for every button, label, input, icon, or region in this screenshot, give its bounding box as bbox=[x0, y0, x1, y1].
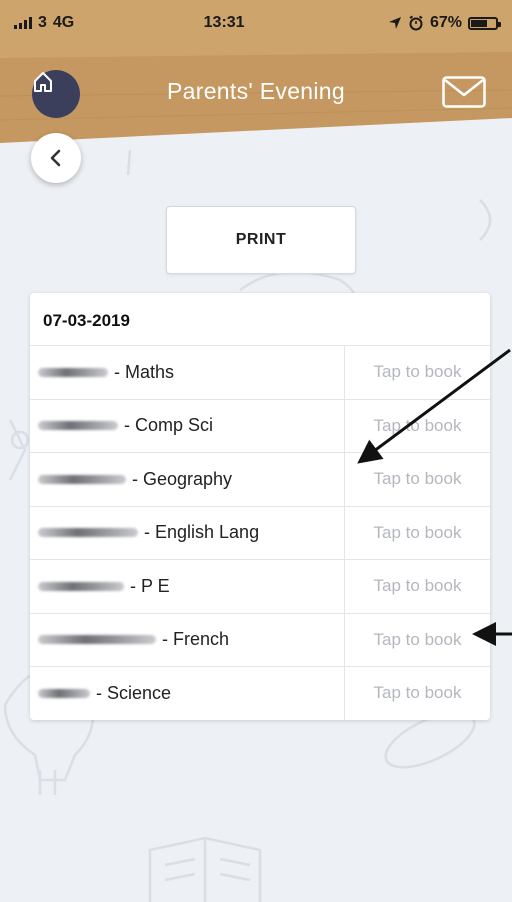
redacted-teacher-name bbox=[38, 528, 138, 538]
tap-to-book-button[interactable]: Tap to book bbox=[345, 560, 490, 613]
redacted-teacher-name bbox=[38, 635, 156, 645]
page-title: Parents' Evening bbox=[167, 78, 345, 104]
battery-percent: 67% bbox=[429, 14, 462, 31]
subject-cell: - Science bbox=[30, 667, 345, 720]
subject-cell: - English Lang bbox=[30, 506, 345, 559]
signal-icon bbox=[14, 17, 32, 29]
status-bar: 3 4G 13:31 67% bbox=[0, 0, 512, 46]
appointment-date: 07-03-2019 bbox=[43, 311, 130, 330]
subject-label: - P E bbox=[130, 575, 170, 596]
appointment-row: - Geography Tap to book bbox=[30, 452, 490, 506]
tap-to-book-button[interactable]: Tap to book bbox=[345, 667, 490, 720]
subject-label: - English Lang bbox=[144, 522, 260, 543]
redacted-teacher-name bbox=[38, 421, 118, 431]
subject-cell: - Geography bbox=[30, 453, 345, 506]
battery-icon bbox=[467, 16, 501, 30]
print-button[interactable]: PRINT bbox=[166, 206, 356, 274]
appointment-row: - Comp Sci Tap to book bbox=[30, 398, 490, 453]
tap-to-book-button[interactable]: Tap to book bbox=[345, 453, 490, 506]
carrier-label: 3 bbox=[38, 14, 47, 31]
appointment-row: - Science Tap to book bbox=[30, 666, 490, 720]
messages-button[interactable] bbox=[442, 76, 486, 108]
appointment-row: - French Tap to book bbox=[30, 612, 490, 667]
subject-label: - Maths bbox=[114, 361, 175, 382]
subject-cell: - Maths bbox=[30, 346, 345, 399]
location-arrow-icon bbox=[388, 17, 401, 29]
appointments-card: 07-03-2019 - Maths Tap to book - Comp Sc… bbox=[30, 293, 490, 720]
tap-to-book-button[interactable]: Tap to book bbox=[345, 346, 490, 399]
redacted-teacher-name bbox=[38, 688, 90, 698]
appointment-row: - Maths Tap to book bbox=[30, 345, 490, 399]
tap-to-book-button[interactable]: Tap to book bbox=[345, 507, 490, 560]
alarm-icon bbox=[409, 15, 423, 31]
subject-label: - Geography bbox=[132, 468, 233, 489]
tap-to-book-button[interactable]: Tap to book bbox=[345, 400, 490, 453]
appointment-row: - P E Tap to book bbox=[30, 559, 490, 613]
battery-level-fill bbox=[470, 19, 488, 27]
redacted-teacher-name bbox=[38, 581, 124, 591]
redacted-teacher-name bbox=[38, 367, 108, 377]
subject-cell: - Comp Sci bbox=[30, 399, 345, 452]
mail-icon bbox=[442, 76, 486, 108]
subject-label: - Science bbox=[96, 682, 172, 703]
subject-cell: - P E bbox=[30, 560, 345, 613]
network-label: 4G bbox=[52, 14, 75, 31]
appointment-row: - English Lang Tap to book bbox=[30, 505, 490, 560]
subject-label: - French bbox=[162, 629, 230, 650]
subject-cell: - French bbox=[30, 613, 345, 666]
redacted-teacher-name bbox=[38, 474, 126, 484]
subject-label: - Comp Sci bbox=[124, 415, 214, 436]
status-time: 13:31 bbox=[203, 14, 245, 31]
tap-to-book-button[interactable]: Tap to book bbox=[345, 614, 490, 667]
